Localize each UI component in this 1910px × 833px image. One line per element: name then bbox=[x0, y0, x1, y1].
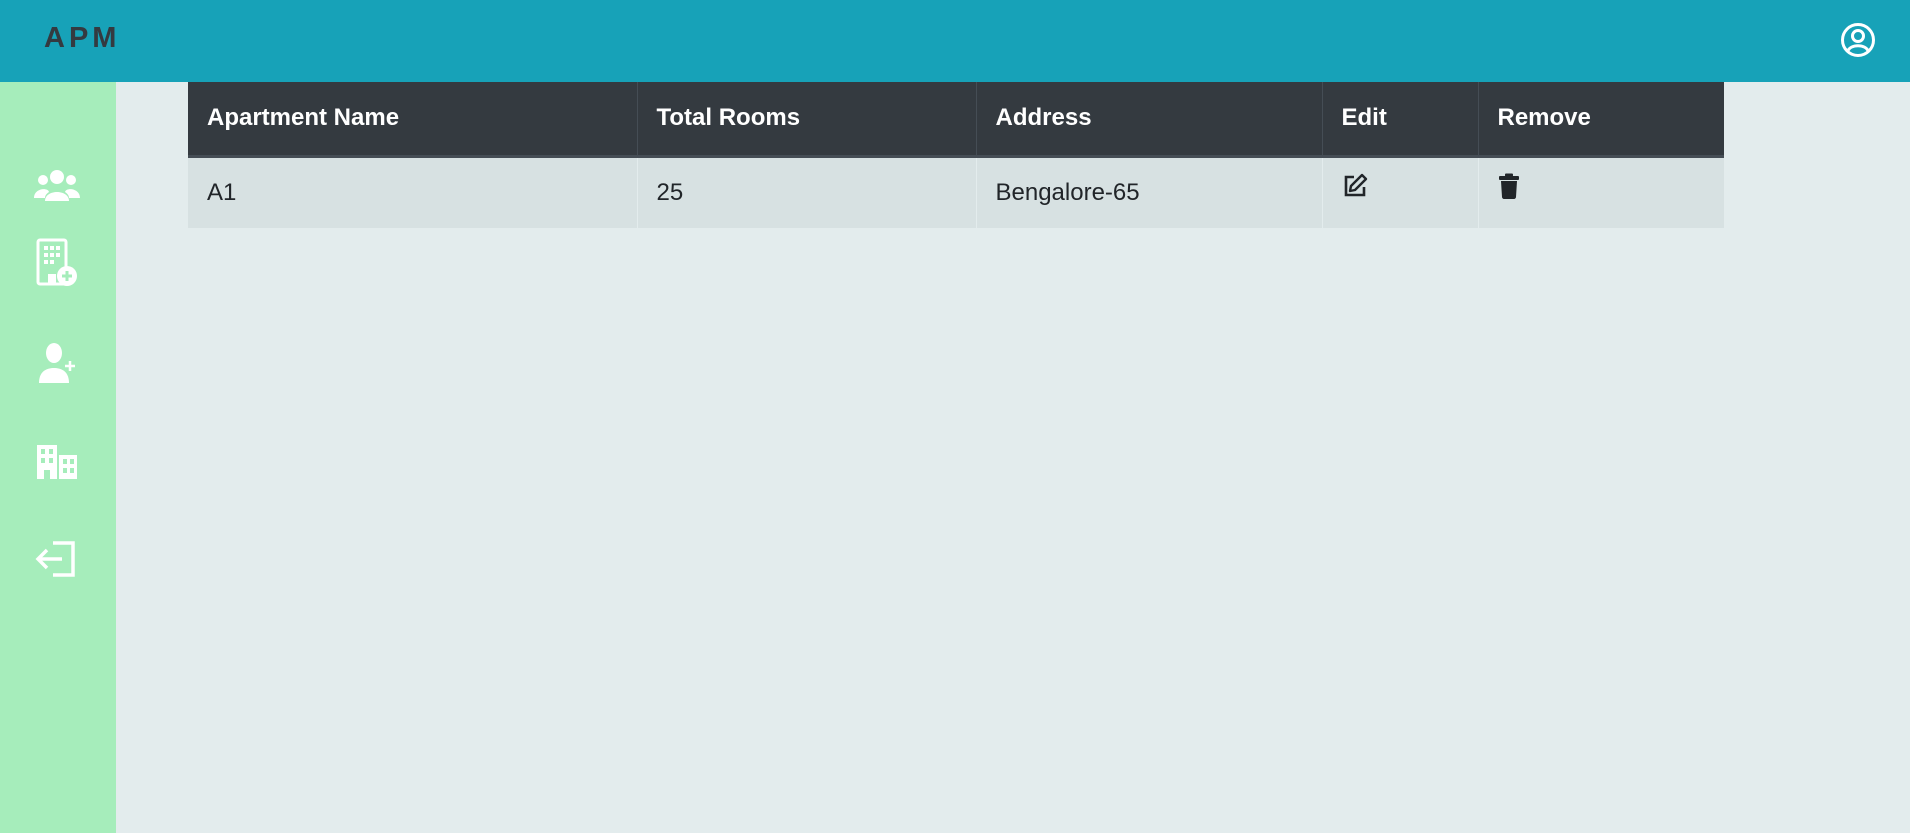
top-navbar: APM bbox=[0, 0, 1910, 82]
cell-remove bbox=[1478, 156, 1724, 228]
trash-icon bbox=[1498, 173, 1519, 199]
edit-icon bbox=[1344, 173, 1367, 197]
user-account-button[interactable] bbox=[1838, 20, 1878, 60]
sidebar-item-apartments[interactable] bbox=[28, 432, 86, 490]
remove-button[interactable] bbox=[1498, 173, 1520, 206]
cell-address: Bengalore-65 bbox=[976, 156, 1323, 228]
sidebar-item-add-user[interactable] bbox=[28, 334, 86, 392]
brand-logo[interactable]: APM bbox=[44, 22, 120, 55]
apartments-table: Apartment Name Total Rooms Address Edit … bbox=[188, 82, 1724, 228]
edit-button[interactable] bbox=[1342, 173, 1368, 206]
column-header-remove: Remove bbox=[1478, 82, 1724, 158]
column-header-total-rooms: Total Rooms bbox=[637, 82, 977, 158]
logout-icon bbox=[35, 541, 75, 577]
building-add-icon bbox=[36, 238, 77, 286]
cell-apartment-name: A1 bbox=[188, 156, 638, 228]
table-header-row: Apartment Name Total Rooms Address Edit … bbox=[188, 82, 1724, 158]
user-add-icon bbox=[39, 343, 75, 383]
column-header-edit: Edit bbox=[1322, 82, 1479, 158]
city-buildings-icon bbox=[37, 445, 77, 479]
table-row: A1 25 Bengalore-65 bbox=[188, 156, 1724, 228]
apartments-table-container: Apartment Name Total Rooms Address Edit … bbox=[188, 82, 1724, 228]
cell-edit bbox=[1322, 156, 1479, 228]
sidebar-item-logout[interactable] bbox=[28, 530, 86, 588]
user-circle-icon bbox=[1841, 23, 1875, 57]
sidebar-item-add-building[interactable] bbox=[28, 234, 86, 292]
sidebar-item-users[interactable] bbox=[28, 156, 86, 214]
column-header-apartment-name: Apartment Name bbox=[188, 82, 638, 158]
sidebar bbox=[0, 82, 116, 833]
users-icon bbox=[34, 170, 80, 201]
column-header-address: Address bbox=[976, 82, 1323, 158]
cell-total-rooms: 25 bbox=[637, 156, 977, 228]
